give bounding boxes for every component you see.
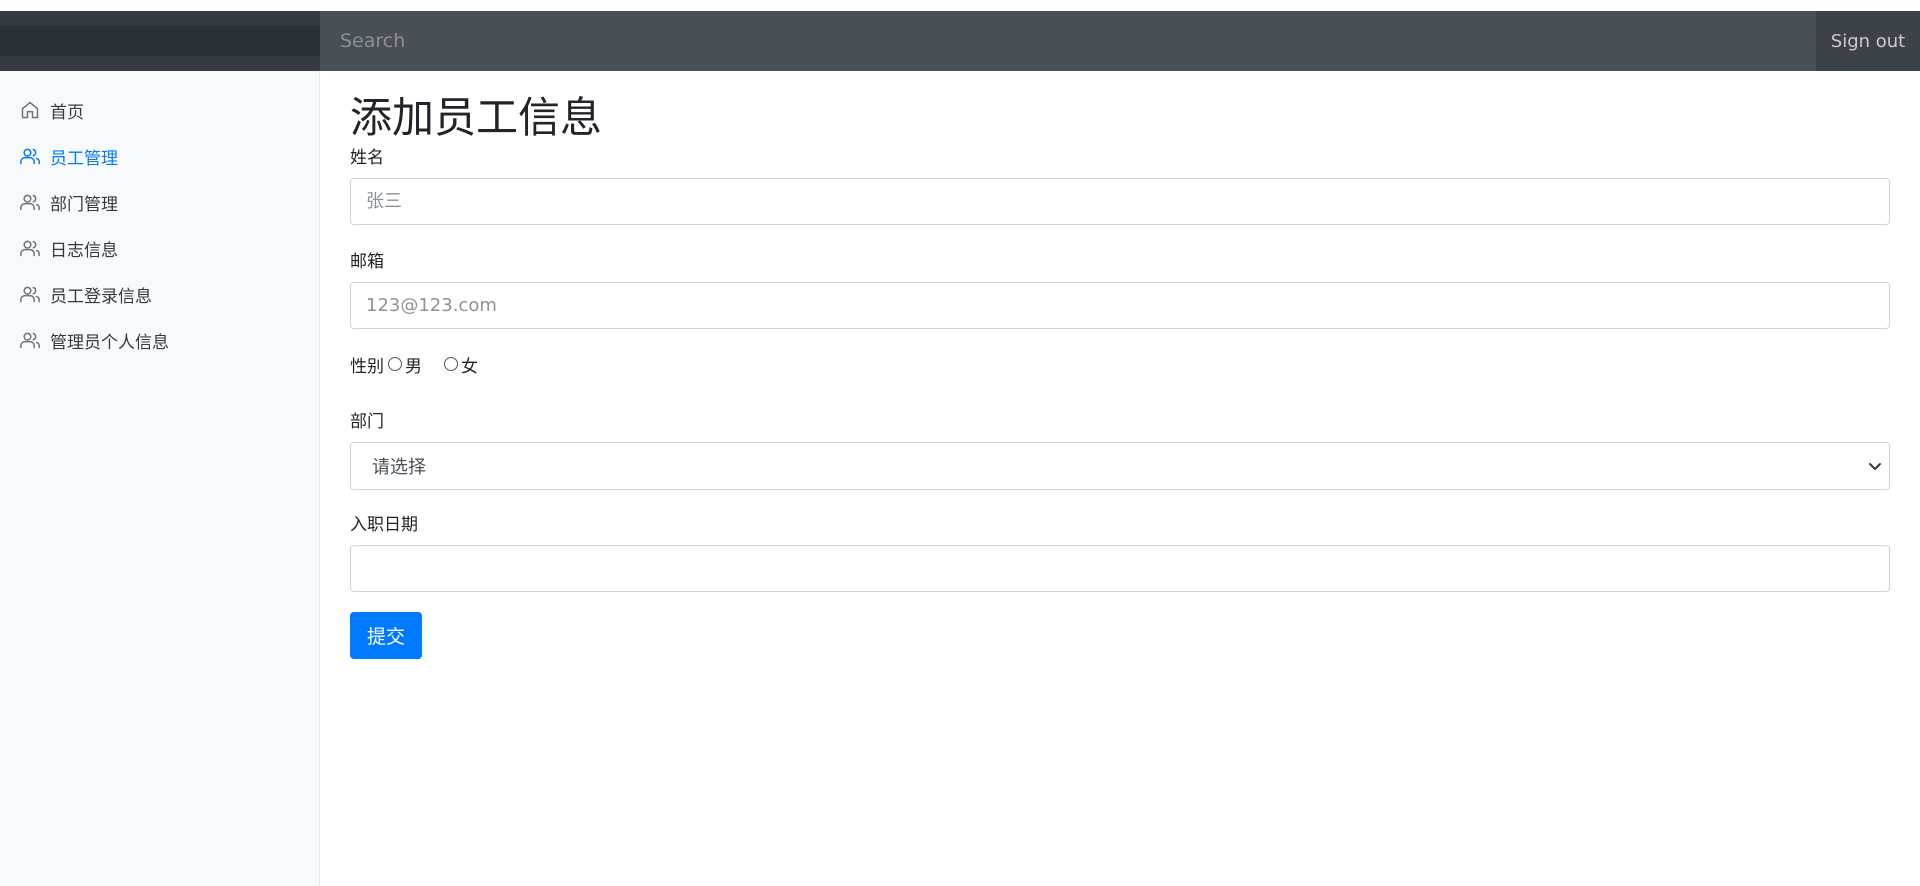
sidebar-item-employee-management[interactable]: 员工管理 (0, 133, 319, 179)
sidebar-item-home[interactable]: 首页 (0, 87, 319, 133)
top-band (0, 0, 1920, 11)
name-group: 姓名 (350, 143, 1890, 225)
submit-button[interactable]: 提交 (350, 612, 422, 659)
brand-area (0, 11, 320, 71)
gender-female-label[interactable]: 女 (461, 352, 478, 377)
sidebar-item-label: 首页 (50, 102, 84, 123)
sidebar-item-employee-login-info[interactable]: 员工登录信息 (0, 271, 319, 317)
gender-group: 性别 男 女 (350, 351, 1890, 377)
hire-date-label: 入职日期 (350, 515, 418, 535)
brand-logo[interactable] (0, 26, 320, 56)
department-select[interactable]: 请选择 (350, 442, 1890, 490)
hire-date-group: 入职日期 (350, 510, 1890, 592)
chevron-down-icon (1869, 463, 1881, 470)
gender-label: 性别 (350, 356, 384, 377)
search-input[interactable] (320, 11, 1816, 71)
name-input[interactable] (350, 178, 1890, 225)
page-title: 添加员工信息 (350, 93, 603, 142)
sidebar-item-label: 管理员个人信息 (50, 332, 169, 353)
main-content: 添加员工信息 姓名 邮箱 性别 男 女 部门 请选择 入职日期 提交 (350, 71, 1890, 659)
sidebar-item-admin-profile[interactable]: 管理员个人信息 (0, 317, 319, 363)
gender-male-label[interactable]: 男 (405, 352, 422, 377)
home-icon (21, 101, 39, 119)
name-label: 姓名 (350, 148, 384, 168)
email-label: 邮箱 (350, 252, 384, 272)
department-label: 部门 (350, 412, 384, 432)
sign-out-link[interactable]: Sign out (1816, 11, 1920, 71)
email-input[interactable] (350, 282, 1890, 329)
department-selected-value: 请选择 (372, 457, 426, 478)
sidebar-item-label: 日志信息 (50, 240, 118, 261)
submit-row: 提交 (350, 612, 1890, 659)
sidebar-item-logs[interactable]: 日志信息 (0, 225, 319, 271)
hire-date-input[interactable] (350, 545, 1890, 592)
users-icon (20, 148, 40, 165)
email-group: 邮箱 (350, 247, 1890, 329)
gender-male-radio[interactable] (388, 357, 402, 371)
users-icon (20, 240, 40, 257)
users-icon (20, 194, 40, 211)
users-icon (20, 332, 40, 349)
sidebar-item-label: 员工管理 (50, 148, 118, 169)
department-group: 部门 请选择 (350, 407, 1890, 490)
users-icon (20, 286, 40, 303)
sidebar-item-department-management[interactable]: 部门管理 (0, 179, 319, 225)
gender-female-radio[interactable] (444, 357, 458, 371)
sidebar: 首页 员工管理 部门管理 日志信息 员工登录信息 管理员个人信息 (0, 71, 320, 886)
sidebar-item-label: 员工登录信息 (50, 286, 152, 307)
sidebar-item-label: 部门管理 (50, 194, 118, 215)
top-navbar: Sign out (0, 11, 1920, 71)
